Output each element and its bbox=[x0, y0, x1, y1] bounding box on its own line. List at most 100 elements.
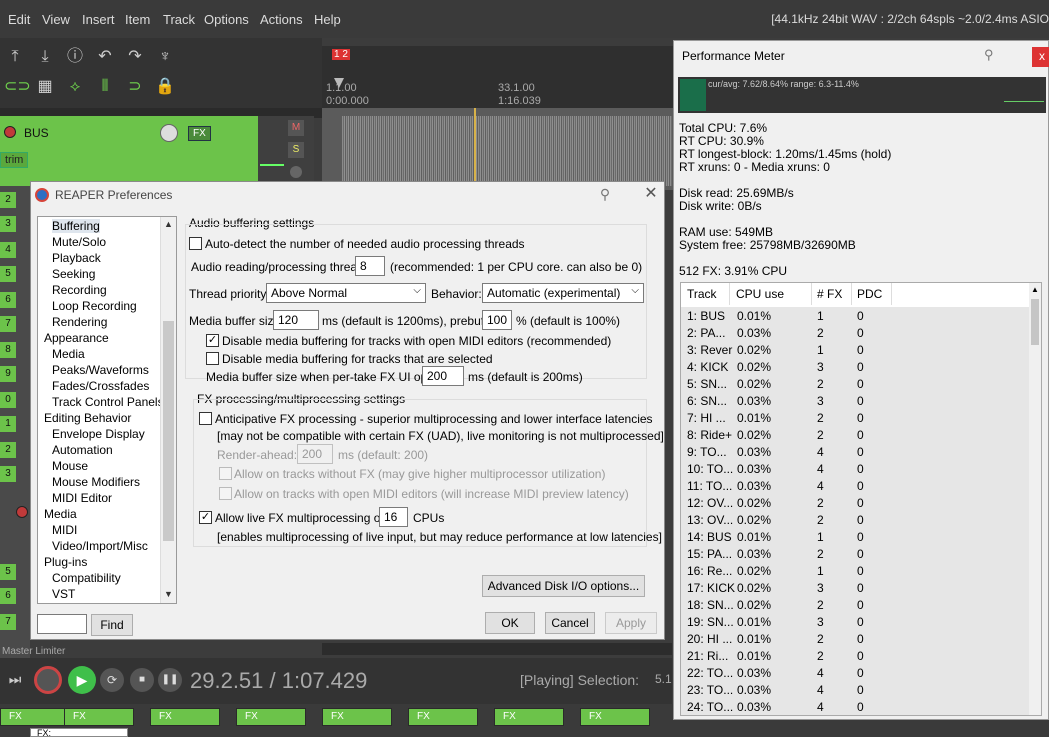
advanced-disk-io-button[interactable]: Advanced Disk I/O options... bbox=[482, 575, 645, 597]
fx-button[interactable]: FX bbox=[150, 708, 220, 726]
record-button[interactable] bbox=[34, 666, 62, 694]
cancel-button[interactable]: Cancel bbox=[545, 612, 595, 634]
table-row[interactable]: 21: Ri... 0.01% 2 0 bbox=[681, 648, 1033, 665]
auto-detect-checkbox[interactable] bbox=[189, 237, 202, 250]
close-icon[interactable]: ✕ bbox=[641, 184, 661, 204]
table-row[interactable]: 22: TO... 0.03% 4 0 bbox=[681, 665, 1033, 682]
find-button[interactable]: Find bbox=[91, 614, 133, 636]
fx-cpu-table[interactable]: Track CPU use # FX PDC 1: BUS 0.01% 1 0 2: P… bbox=[680, 282, 1042, 716]
mute-button[interactable]: M bbox=[288, 120, 304, 136]
tree-item[interactable]: Rendering bbox=[52, 315, 107, 329]
preferences-tree[interactable]: Buffering Mute/Solo Playback Seeking Recordi… bbox=[37, 216, 177, 604]
save-icon[interactable]: ⤒ bbox=[4, 46, 26, 68]
lock-icon[interactable]: 🔒 bbox=[154, 76, 176, 98]
tree-item[interactable]: MIDI Editor bbox=[52, 491, 112, 505]
timeline-ruler[interactable]: 1 2 1.1.00 0:00.000 33.1.00 1:16.039 bbox=[322, 46, 674, 108]
tree-item[interactable]: Envelope Display bbox=[52, 427, 145, 441]
table-row[interactable]: 24: TO... 0.03% 4 0 bbox=[681, 699, 1033, 715]
menu-view[interactable]: View bbox=[42, 12, 70, 27]
phase-icon[interactable] bbox=[290, 166, 302, 178]
media-buffer-input[interactable]: 120 bbox=[273, 310, 319, 330]
disable-selected-checkbox[interactable] bbox=[206, 352, 219, 365]
anticipative-checkbox[interactable] bbox=[199, 412, 212, 425]
table-row[interactable]: 12: OV... 0.02% 2 0 bbox=[681, 495, 1033, 512]
horizontal-scrollbar[interactable] bbox=[322, 643, 672, 655]
record-arm-icon[interactable] bbox=[4, 126, 16, 138]
tree-item[interactable]: Mouse bbox=[52, 459, 88, 473]
fx-button[interactable]: FX bbox=[408, 708, 478, 726]
grid-icon[interactable]: ▦ bbox=[34, 76, 56, 98]
table-row[interactable]: 23: TO... 0.03% 4 0 bbox=[681, 682, 1033, 699]
table-row[interactable]: 6: SN... 0.03% 3 0 bbox=[681, 393, 1033, 410]
tree-item[interactable]: Appearance bbox=[44, 331, 109, 345]
fx-button[interactable]: FX bbox=[494, 708, 564, 726]
volume-knob[interactable] bbox=[160, 124, 178, 142]
table-row[interactable]: 5: SN... 0.02% 2 0 bbox=[681, 376, 1033, 393]
tree-item[interactable]: Media bbox=[44, 507, 77, 521]
download-icon[interactable]: ⤓ bbox=[34, 46, 56, 68]
ripple-icon[interactable]: ⟡ bbox=[64, 76, 86, 98]
redo-icon[interactable]: ↷ bbox=[124, 46, 146, 68]
menu-insert[interactable]: Insert bbox=[82, 12, 115, 27]
table-row[interactable]: 17: KICK 0.02% 3 0 bbox=[681, 580, 1033, 597]
play-button[interactable]: ▶ bbox=[68, 666, 96, 694]
tree-item[interactable]: Plug-ins bbox=[44, 555, 87, 569]
tree-item[interactable]: MIDI bbox=[52, 523, 77, 537]
live-fx-checkbox[interactable]: ✓ bbox=[199, 511, 212, 524]
table-scrollbar[interactable]: ▲ bbox=[1029, 283, 1041, 715]
table-row[interactable]: 3: Rever 0.02% 1 0 bbox=[681, 342, 1033, 359]
table-row[interactable]: 19: SN... 0.01% 3 0 bbox=[681, 614, 1033, 631]
pertake-input[interactable]: 200 bbox=[422, 366, 464, 386]
ok-button[interactable]: OK bbox=[485, 612, 535, 634]
menu-help[interactable]: Help bbox=[314, 12, 341, 27]
link-icon[interactable]: ⊂⊃ bbox=[4, 76, 31, 98]
table-row[interactable]: 13: OV... 0.02% 2 0 bbox=[681, 512, 1033, 529]
metronome-icon[interactable]: ♆ bbox=[154, 46, 176, 68]
snap-icon[interactable]: ⦀ bbox=[94, 76, 116, 98]
tree-item[interactable]: Loop Recording bbox=[52, 299, 137, 313]
loop-icon[interactable]: ⊃ bbox=[124, 76, 146, 98]
scroll-down-icon[interactable]: ▼ bbox=[164, 589, 173, 599]
table-row[interactable]: 4: KICK 0.02% 3 0 bbox=[681, 359, 1033, 376]
fx-button[interactable]: FX bbox=[580, 708, 650, 726]
col-pdc[interactable]: PDC bbox=[857, 287, 882, 301]
tree-item[interactable]: Peaks/Waveforms bbox=[52, 363, 149, 377]
stop-button[interactable]: ■ bbox=[130, 668, 154, 692]
tree-item[interactable]: Seeking bbox=[52, 267, 95, 281]
menu-track[interactable]: Track bbox=[163, 12, 195, 27]
tree-item[interactable]: Mute/Solo bbox=[52, 235, 106, 249]
thread-priority-select[interactable]: Above Normal ⌵ bbox=[266, 283, 426, 303]
table-row[interactable]: 9: TO... 0.03% 4 0 bbox=[681, 444, 1033, 461]
tree-scrollbar[interactable]: ▲ ▼ bbox=[160, 217, 176, 603]
scroll-up-icon[interactable]: ▲ bbox=[164, 219, 173, 229]
scroll-thumb[interactable] bbox=[163, 321, 174, 541]
fx-button[interactable]: FX bbox=[322, 708, 392, 726]
trim-envelope[interactable]: trim bbox=[0, 152, 29, 168]
fx-button[interactable]: FX bbox=[236, 708, 306, 726]
disable-midi-checkbox[interactable]: ✓ bbox=[206, 334, 219, 347]
allow-nofx-checkbox[interactable] bbox=[219, 467, 232, 480]
tree-item[interactable]: Track Control Panels bbox=[52, 395, 164, 409]
allow-midi-checkbox[interactable] bbox=[219, 487, 232, 500]
table-row[interactable]: 14: BUS 0.01% 1 0 bbox=[681, 529, 1033, 546]
behavior-select[interactable]: Automatic (experimental) ⌵ bbox=[482, 283, 644, 303]
scroll-thumb[interactable] bbox=[1031, 299, 1039, 345]
table-row[interactable]: 18: SN... 0.02% 2 0 bbox=[681, 597, 1033, 614]
scroll-up-icon[interactable]: ▲ bbox=[1031, 285, 1039, 294]
tree-item[interactable]: Playback bbox=[52, 251, 101, 265]
live-fx-cpus-input[interactable]: 16 bbox=[379, 507, 408, 527]
tree-item[interactable]: Automation bbox=[52, 443, 113, 457]
tree-item[interactable]: Compatibility bbox=[52, 571, 121, 585]
arrange-view[interactable] bbox=[322, 108, 674, 190]
fx-button[interactable]: FX bbox=[0, 708, 70, 726]
menu-options[interactable]: Options bbox=[204, 12, 249, 27]
table-row[interactable]: 2: PA... 0.03% 2 0 bbox=[681, 325, 1033, 342]
fx-button[interactable]: FX bbox=[64, 708, 134, 726]
table-row[interactable]: 16: Re... 0.02% 1 0 bbox=[681, 563, 1033, 580]
pin-icon[interactable]: ⚲ bbox=[984, 47, 1000, 63]
table-row[interactable]: 20: HI ... 0.01% 2 0 bbox=[681, 631, 1033, 648]
table-row[interactable]: 7: HI ... 0.01% 2 0 bbox=[681, 410, 1033, 427]
pause-button[interactable]: ❚❚ bbox=[158, 668, 182, 692]
tree-item[interactable]: Fades/Crossfades bbox=[52, 379, 149, 393]
render-ahead-input[interactable]: 200 bbox=[297, 444, 333, 464]
